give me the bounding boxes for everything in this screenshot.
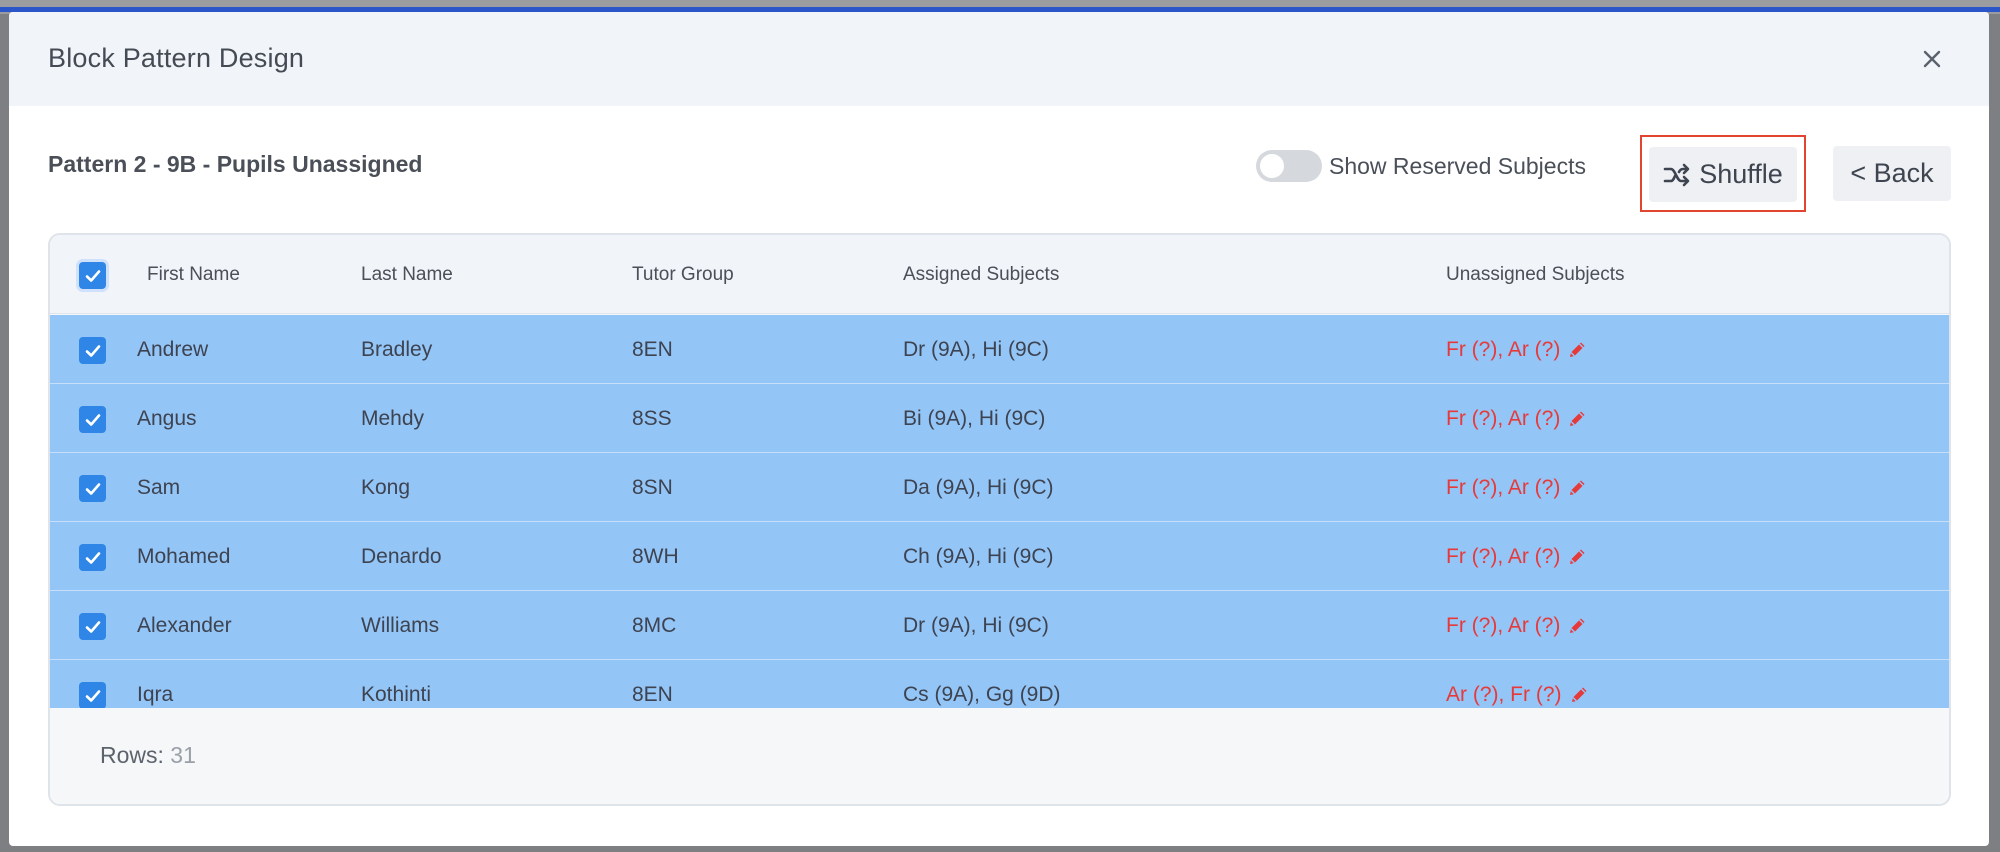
cell-unassigned-subjects: Fr (?), Ar (?) — [1446, 614, 1588, 638]
block-pattern-modal: Block Pattern Design Pattern 2 - 9B - Pu… — [9, 12, 1989, 846]
pencil-icon[interactable] — [1566, 477, 1588, 499]
cell-tutor-group: 8WH — [632, 545, 679, 568]
cell-first-name: Angus — [137, 407, 197, 430]
pupils-table: First Name Last Name Tutor Group Assigne… — [48, 233, 1951, 806]
cell-first-name: Sam — [137, 476, 181, 499]
cell-tutor-group: 8EN — [632, 338, 673, 361]
row-checkbox[interactable] — [79, 337, 106, 364]
header-last-name[interactable]: Last Name — [361, 264, 453, 286]
check-icon — [85, 413, 100, 426]
cell-last-name: Mehdy — [361, 407, 425, 430]
cell-last-name: Williams — [361, 614, 440, 637]
header-unassigned-subjects[interactable]: Unassigned Subjects — [1446, 264, 1625, 286]
table-footer: Rows: 31 — [50, 708, 1949, 804]
header-first-name[interactable]: First Name — [147, 264, 240, 286]
check-icon — [85, 551, 100, 564]
rows-count: Rows: 31 — [100, 742, 196, 769]
cell-first-name: Andrew — [137, 338, 209, 361]
header-assigned-subjects[interactable]: Assigned Subjects — [903, 264, 1059, 286]
unassigned-text: Fr (?), Ar (?) — [1446, 614, 1561, 637]
pencil-icon[interactable] — [1566, 339, 1588, 361]
close-button[interactable] — [1917, 44, 1947, 74]
check-icon — [85, 689, 100, 702]
cell-last-name: Kong — [361, 476, 411, 499]
cell-assigned-subjects: Bi (9A), Hi (9C) — [903, 407, 1046, 430]
back-button[interactable]: < Back — [1833, 146, 1951, 201]
cell-first-name: Mohamed — [137, 545, 231, 568]
check-icon — [85, 344, 100, 357]
cell-first-name: Alexander — [137, 614, 232, 637]
table-row[interactable]: Iqra Kothinti 8EN Cs (9A), Gg (9D) Ar (?… — [50, 660, 1949, 708]
row-checkbox[interactable] — [79, 475, 106, 502]
row-checkbox[interactable] — [79, 613, 106, 640]
select-all-checkbox[interactable] — [79, 262, 106, 289]
row-checkbox[interactable] — [79, 682, 106, 708]
table-row[interactable]: Sam Kong 8SN Da (9A), Hi (9C) Fr (?), Ar… — [50, 453, 1949, 522]
table-row[interactable]: Mohamed Denardo 8WH Ch (9A), Hi (9C) Fr … — [50, 522, 1949, 591]
cell-first-name: Iqra — [137, 683, 174, 706]
cell-unassigned-subjects: Fr (?), Ar (?) — [1446, 545, 1588, 569]
cell-unassigned-subjects: Fr (?), Ar (?) — [1446, 476, 1588, 500]
cell-last-name: Kothinti — [361, 683, 432, 706]
modal-title: Block Pattern Design — [48, 43, 305, 73]
pattern-subtitle: Pattern 2 - 9B - Pupils Unassigned — [48, 151, 423, 177]
cell-last-name: Denardo — [361, 545, 442, 568]
row-checkbox[interactable] — [79, 406, 106, 433]
pencil-icon[interactable] — [1566, 408, 1588, 430]
table-row[interactable]: Andrew Bradley 8EN Dr (9A), Hi (9C) Fr (… — [50, 315, 1949, 384]
unassigned-text: Fr (?), Ar (?) — [1446, 545, 1561, 568]
modal-header: Block Pattern Design — [9, 12, 1989, 106]
check-icon — [85, 482, 100, 495]
cell-assigned-subjects: Dr (9A), Hi (9C) — [903, 338, 1049, 361]
shuffle-icon — [1663, 163, 1690, 186]
unassigned-text: Fr (?), Ar (?) — [1446, 407, 1561, 430]
check-icon — [85, 620, 100, 633]
show-reserved-label: Show Reserved Subjects — [1329, 152, 1586, 179]
table-header: First Name Last Name Tutor Group Assigne… — [50, 235, 1949, 314]
cell-assigned-subjects: Cs (9A), Gg (9D) — [903, 683, 1061, 706]
pencil-icon[interactable] — [1566, 615, 1588, 637]
table-row[interactable]: Angus Mehdy 8SS Bi (9A), Hi (9C) Fr (?),… — [50, 384, 1949, 453]
header-tutor-group[interactable]: Tutor Group — [632, 264, 734, 286]
cell-tutor-group: 8SS — [632, 407, 672, 430]
cell-tutor-group: 8MC — [632, 614, 677, 637]
cell-assigned-subjects: Da (9A), Hi (9C) — [903, 476, 1054, 499]
cell-unassigned-subjects: Fr (?), Ar (?) — [1446, 407, 1588, 431]
cell-assigned-subjects: Dr (9A), Hi (9C) — [903, 614, 1049, 637]
show-reserved-toggle[interactable] — [1256, 150, 1322, 182]
shuffle-label: Shuffle — [1699, 159, 1783, 189]
shuffle-button[interactable]: Shuffle — [1649, 147, 1797, 202]
pencil-icon[interactable] — [1568, 684, 1590, 706]
cell-last-name: Bradley — [361, 338, 433, 361]
close-icon — [1923, 50, 1941, 68]
cell-unassigned-subjects: Ar (?), Fr (?) — [1446, 683, 1590, 707]
cell-unassigned-subjects: Fr (?), Ar (?) — [1446, 338, 1588, 362]
cell-tutor-group: 8EN — [632, 683, 673, 706]
unassigned-text: Fr (?), Ar (?) — [1446, 338, 1561, 361]
row-checkbox[interactable] — [79, 544, 106, 571]
pencil-icon[interactable] — [1566, 546, 1588, 568]
rows-count-label: Rows: — [100, 742, 164, 768]
show-reserved-toggle-group[interactable]: Show Reserved Subjects — [1256, 146, 1586, 186]
cell-tutor-group: 8SN — [632, 476, 673, 499]
cell-assigned-subjects: Ch (9A), Hi (9C) — [903, 545, 1054, 568]
unassigned-text: Fr (?), Ar (?) — [1446, 476, 1561, 499]
table-body: Andrew Bradley 8EN Dr (9A), Hi (9C) Fr (… — [50, 315, 1949, 708]
rows-count-value: 31 — [170, 742, 196, 768]
unassigned-text: Ar (?), Fr (?) — [1446, 683, 1562, 706]
check-icon — [85, 269, 100, 282]
table-row[interactable]: Alexander Williams 8MC Dr (9A), Hi (9C) … — [50, 591, 1949, 660]
